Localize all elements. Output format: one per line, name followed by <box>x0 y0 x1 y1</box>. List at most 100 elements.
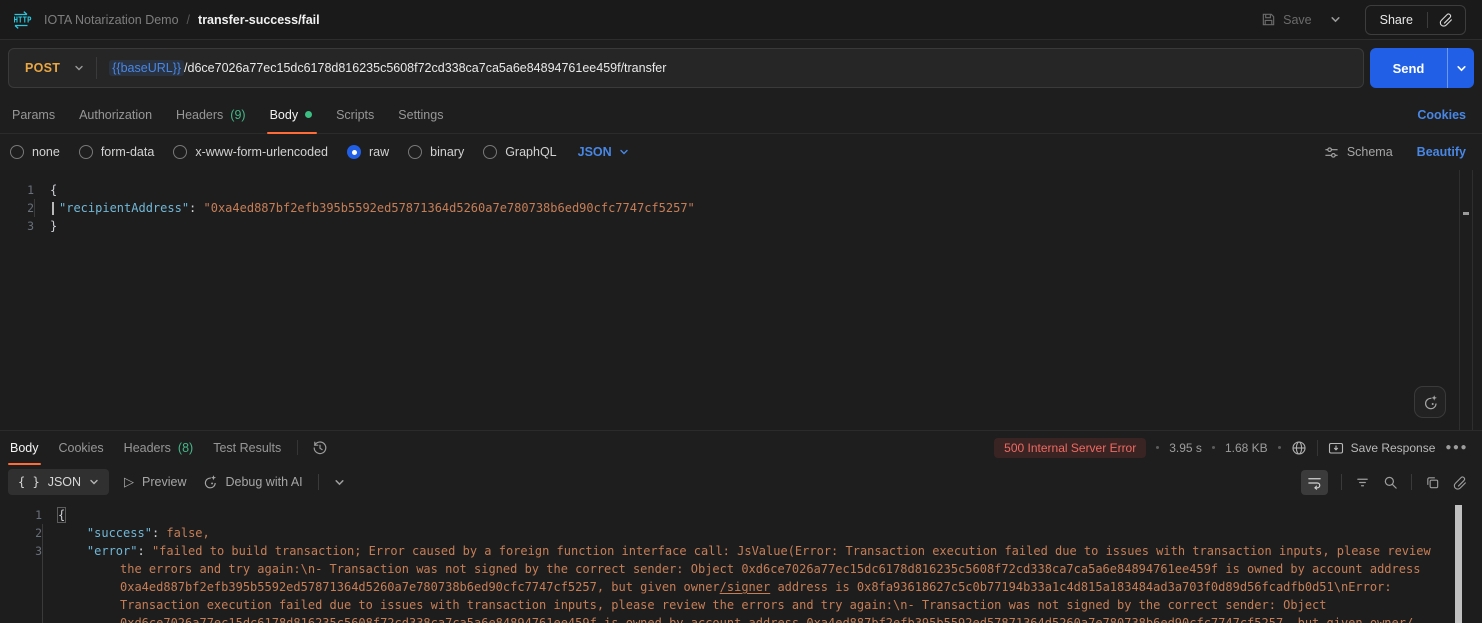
save-response-button[interactable]: Save Response <box>1328 440 1436 456</box>
line-number <box>0 614 42 623</box>
network-globe-icon[interactable] <box>1291 440 1307 456</box>
preview-button[interactable]: ▷ Preview <box>124 474 186 490</box>
response-tab-cookies[interactable]: Cookies <box>49 431 114 464</box>
radio-icon <box>173 145 187 159</box>
schema-button[interactable]: Schema <box>1324 145 1393 160</box>
save-label: Save <box>1283 13 1312 27</box>
share-button-group: Share <box>1365 5 1466 35</box>
send-options-chevron-icon[interactable] <box>1448 48 1474 88</box>
tab-label: Body <box>270 108 299 122</box>
body-mode-label: raw <box>369 145 389 159</box>
language-selector[interactable]: JSON <box>578 145 629 159</box>
line-number: 2 <box>0 199 34 217</box>
request-tab-authorization[interactable]: Authorization <box>67 96 164 133</box>
code-line: 0xa4ed887bf2efb395b5592ed57871364d5260a7… <box>0 578 1482 596</box>
word-wrap-toggle[interactable] <box>1301 470 1328 495</box>
radio-icon <box>79 145 93 159</box>
response-format-selector[interactable]: { } JSON <box>8 469 109 495</box>
body-mode-x-www-form-urlencoded[interactable]: x-www-form-urlencoded <box>173 145 328 159</box>
tab-label: Headers <box>176 108 223 122</box>
copy-icon[interactable] <box>1425 475 1440 490</box>
request-tab-scripts[interactable]: Scripts <box>324 96 386 133</box>
code-line: 1{ <box>0 181 1482 199</box>
line-number <box>0 596 42 614</box>
response-body-editor[interactable]: 1{2 "success": false,3 "error": "failed … <box>0 500 1482 623</box>
url-variable[interactable]: {{baseURL}} <box>109 60 184 76</box>
save-options-chevron-icon[interactable] <box>1320 8 1351 31</box>
breadcrumb-request-name: transfer-success/fail <box>198 13 320 27</box>
response-history-icon[interactable] <box>304 431 336 464</box>
request-tabs: Params AuthorizationHeaders(9) Body Scripts… <box>0 96 1482 134</box>
response-scrollbar-thumb[interactable] <box>1455 505 1462 623</box>
copy-link-icon[interactable] <box>1428 12 1465 27</box>
filter-icon[interactable] <box>1355 475 1370 490</box>
request-body-editor[interactable]: 1{2"recipientAddress": "0xa4ed887bf2efb3… <box>0 170 1482 430</box>
share-button[interactable]: Share <box>1366 13 1427 27</box>
link-icon[interactable] <box>1453 475 1468 490</box>
scroll-marker <box>1463 212 1469 215</box>
tab-label: Test Results <box>213 441 281 455</box>
radio-icon <box>10 145 24 159</box>
breadcrumb: IOTA Notarization Demo / transfer-succes… <box>44 13 320 27</box>
response-status-bar: 500 Internal Server Error 3.95 s 1.68 KB <box>994 431 1468 464</box>
url-input[interactable]: POST {{baseURL}}/d6ce7026a77ec15dc6178d8… <box>8 48 1364 88</box>
request-tab-params[interactable]: Params <box>0 96 67 133</box>
divider <box>1411 474 1412 490</box>
save-button[interactable]: Save <box>1253 6 1320 33</box>
editor-scrollbar[interactable] <box>1459 170 1473 430</box>
send-button[interactable]: Send <box>1370 48 1447 88</box>
code-line: Transaction execution failed due to issu… <box>0 596 1482 614</box>
more-actions-icon[interactable]: ●●● <box>1445 442 1468 453</box>
beautify-button[interactable]: Beautify <box>1417 145 1466 159</box>
request-url-row: POST {{baseURL}}/d6ce7026a77ec15dc6178d8… <box>0 40 1482 96</box>
request-tab-body[interactable]: Body <box>258 96 325 133</box>
tab-label: Scripts <box>336 108 374 122</box>
url-value[interactable]: {{baseURL}}/d6ce7026a77ec15dc6178d816235… <box>109 61 666 75</box>
request-tab-headers[interactable]: Headers(9) <box>164 96 258 133</box>
body-mode-label: none <box>32 145 60 159</box>
debug-with-ai-button[interactable]: Debug with AI <box>202 474 303 490</box>
line-number: 3 <box>0 542 42 560</box>
response-tab-test-results[interactable]: Test Results <box>203 431 291 464</box>
response-actions-chevron-icon[interactable] <box>334 477 345 488</box>
search-icon[interactable] <box>1383 475 1398 490</box>
method-selector[interactable]: POST <box>9 61 74 75</box>
body-mode-graphql[interactable]: GraphQL <box>483 145 556 159</box>
body-mode-form-data[interactable]: form-data <box>79 145 155 159</box>
unsaved-changes-dot <box>305 111 312 118</box>
save-response-icon <box>1328 440 1344 456</box>
body-mode-binary[interactable]: binary <box>408 145 464 159</box>
body-mode-raw[interactable]: raw <box>347 145 389 159</box>
body-mode-none[interactable]: none <box>10 145 60 159</box>
status-badge[interactable]: 500 Internal Server Error <box>994 438 1146 458</box>
line-number <box>0 560 42 578</box>
send-button-group: Send <box>1370 48 1474 88</box>
radio-icon <box>347 145 361 159</box>
response-tab-headers[interactable]: Headers(8) <box>114 431 204 464</box>
dot-separator <box>1278 446 1281 449</box>
line-number: 1 <box>0 506 42 524</box>
tab-label: Headers <box>124 441 171 455</box>
dot-separator <box>1156 446 1159 449</box>
response-tab-body[interactable]: Body <box>0 431 49 464</box>
save-icon <box>1261 12 1276 27</box>
preview-icon: ▷ <box>124 474 134 490</box>
breadcrumb-separator: / <box>187 13 190 27</box>
response-size[interactable]: 1.68 KB <box>1225 441 1268 455</box>
postbot-ai-button[interactable] <box>1414 386 1446 418</box>
divider <box>297 440 298 455</box>
divider <box>96 57 97 79</box>
line-number <box>0 578 42 596</box>
debug-ai-label: Debug with AI <box>226 475 303 489</box>
response-header: BodyCookiesHeaders(8) Test Results 500 In… <box>0 430 1482 464</box>
method-chevron-icon[interactable] <box>74 59 96 77</box>
request-tab-settings[interactable]: Settings <box>386 96 455 133</box>
tab-label: Settings <box>398 108 443 122</box>
breadcrumb-collection[interactable]: IOTA Notarization Demo <box>44 13 179 27</box>
language-chevron-icon <box>619 147 629 157</box>
format-label: JSON <box>48 475 81 489</box>
tab-label: Params <box>12 108 55 122</box>
response-time[interactable]: 3.95 s <box>1169 441 1202 455</box>
cookies-link[interactable]: Cookies <box>1417 108 1466 122</box>
body-mode-label: x-www-form-urlencoded <box>195 145 328 159</box>
